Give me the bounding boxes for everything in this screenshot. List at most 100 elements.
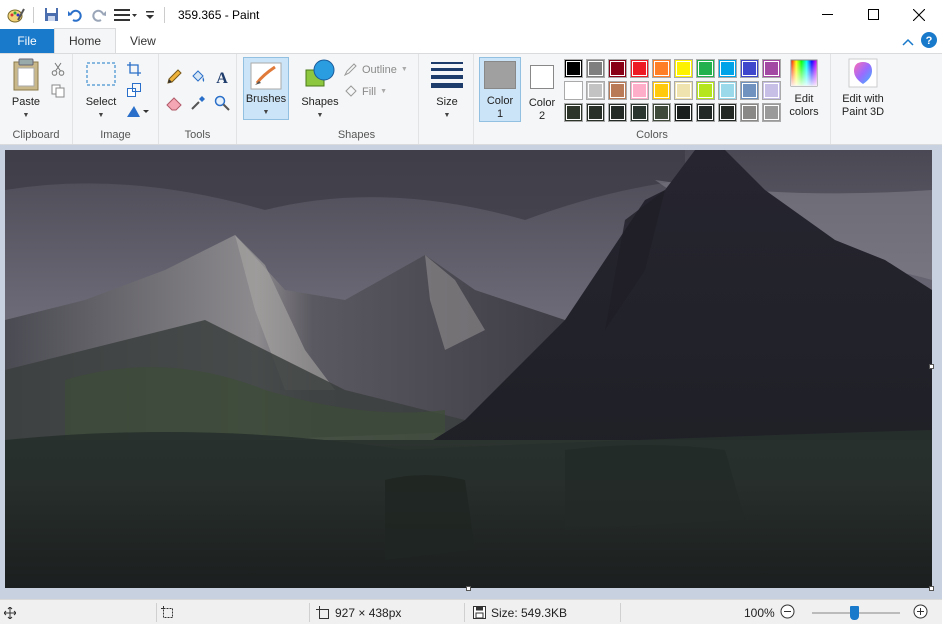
palette-swatch[interactable] (696, 59, 715, 78)
copy-icon[interactable] (49, 82, 67, 100)
rotate-icon[interactable] (125, 102, 151, 120)
palette-swatch[interactable] (608, 59, 627, 78)
palette-swatch[interactable] (762, 103, 781, 122)
cut-icon[interactable] (49, 60, 67, 78)
fill-dropdown-icon: ▼ (380, 88, 387, 95)
palette-swatch[interactable] (652, 59, 671, 78)
palette-swatch[interactable] (740, 81, 759, 100)
resize-icon[interactable] (125, 81, 143, 99)
palette-swatch[interactable] (674, 81, 693, 100)
minimize-icon[interactable] (804, 0, 850, 29)
palette-swatch[interactable] (674, 103, 693, 122)
outline-label: Outline (362, 63, 397, 76)
palette-swatch[interactable] (652, 81, 671, 100)
status-bar: 927 × 438px Size: 549.3KB 100% (0, 599, 942, 624)
select-label: Select (85, 96, 117, 108)
maximize-icon[interactable] (850, 0, 896, 29)
shapes-dropdown-icon[interactable]: ▼ (317, 109, 324, 122)
tab-home[interactable]: Home (54, 28, 117, 53)
magnifier-icon[interactable] (213, 94, 231, 112)
palette-swatch[interactable] (718, 103, 737, 122)
palette-swatch[interactable] (586, 81, 605, 100)
color1-button[interactable]: Color 1 (479, 57, 521, 122)
paste-dropdown-icon[interactable]: ▼ (23, 109, 30, 122)
image-dimensions-icon (316, 605, 329, 619)
brushes-dropdown-icon[interactable]: ▼ (263, 106, 270, 119)
save-icon[interactable] (41, 5, 61, 25)
tools-group-label: Tools (184, 129, 211, 141)
zoom-level: 100% (744, 605, 775, 620)
resize-handle-right[interactable] (929, 364, 934, 369)
undo-icon[interactable] (65, 5, 85, 25)
select-button[interactable]: Select ▼ (81, 58, 121, 122)
palette-swatch[interactable] (564, 81, 583, 100)
ribbon-tabs: File Home View ? (0, 28, 942, 53)
qat-separator (33, 6, 34, 23)
brushes-button[interactable]: Brushes ▼ (243, 57, 289, 120)
svg-text:?: ? (926, 35, 933, 47)
palette-swatch[interactable] (630, 59, 649, 78)
clipboard-group-label: Clipboard (12, 129, 60, 141)
palette-swatch[interactable] (718, 59, 737, 78)
zoom-slider-thumb[interactable] (849, 605, 859, 620)
selection-size-icon (161, 605, 173, 618)
edit-colors-button[interactable]: Edit colors (784, 58, 824, 119)
palette-swatch[interactable] (740, 103, 759, 122)
help-icon[interactable]: ? (920, 31, 938, 52)
palette-swatch[interactable] (630, 81, 649, 100)
group-paint3d: Edit with Paint 3D (831, 54, 895, 144)
customize-qat-icon[interactable] (143, 5, 157, 25)
outline-button[interactable]: Outline ▼ (343, 62, 408, 77)
tab-file[interactable]: File (0, 29, 54, 53)
zoom-controls: 100% (744, 600, 928, 624)
image-dimensions: 927 × 438px (316, 600, 401, 624)
group-clipboard: Paste ▼ Clipboard (0, 54, 73, 144)
mountain-painting (5, 150, 932, 588)
paste-button[interactable]: Paste ▼ (6, 58, 46, 122)
text-tool-icon[interactable]: A (213, 68, 231, 86)
color2-button[interactable]: Color 2 (524, 60, 560, 123)
resize-handle-corner[interactable] (929, 586, 934, 591)
palette-swatch[interactable] (630, 103, 649, 122)
group-tools: A Tools (159, 54, 237, 144)
collapse-ribbon-icon[interactable] (902, 35, 914, 49)
zoom-slider[interactable] (811, 605, 900, 620)
crop-icon[interactable] (125, 60, 143, 78)
edit-with-paint3d-button[interactable]: Edit with Paint 3D (835, 58, 891, 119)
palette-swatch[interactable] (696, 81, 715, 100)
palette-swatch[interactable] (608, 103, 627, 122)
palette-swatch[interactable] (718, 81, 737, 100)
redo-icon[interactable] (89, 5, 109, 25)
palette-swatch[interactable] (564, 59, 583, 78)
drawing-canvas[interactable] (5, 150, 932, 588)
tab-view[interactable]: View (116, 29, 170, 53)
window-title: 359.365 - Paint (178, 7, 260, 22)
palette-swatch[interactable] (740, 59, 759, 78)
shapes-button[interactable]: Shapes ▼ (299, 58, 341, 122)
close-icon[interactable] (896, 0, 942, 29)
eraser-icon[interactable] (165, 94, 183, 112)
paint-app-icon[interactable] (6, 5, 26, 25)
zoom-out-icon[interactable] (780, 604, 795, 622)
palette-swatch[interactable] (608, 81, 627, 100)
fill-label: Fill (362, 85, 377, 98)
pencil-icon[interactable] (165, 68, 183, 86)
select-dropdown-icon[interactable]: ▼ (98, 109, 105, 122)
edit-colors-label-1: Edit (794, 93, 814, 105)
size-dropdown-icon[interactable]: ▼ (444, 109, 451, 122)
palette-swatch[interactable] (586, 59, 605, 78)
palette-swatch[interactable] (586, 103, 605, 122)
palette-swatch[interactable] (564, 103, 583, 122)
palette-swatch[interactable] (762, 59, 781, 78)
palette-swatch[interactable] (674, 59, 693, 78)
fill-button[interactable]: Fill ▼ (343, 84, 387, 99)
line-width-icon[interactable] (113, 5, 139, 25)
zoom-in-icon[interactable] (913, 604, 928, 622)
color-picker-icon[interactable] (189, 94, 207, 112)
palette-swatch[interactable] (762, 81, 781, 100)
fill-bucket-icon[interactable] (189, 68, 207, 86)
palette-swatch[interactable] (696, 103, 715, 122)
palette-swatch[interactable] (652, 103, 671, 122)
size-button[interactable]: Size ▼ (427, 58, 467, 122)
resize-handle-bottom[interactable] (466, 586, 471, 591)
